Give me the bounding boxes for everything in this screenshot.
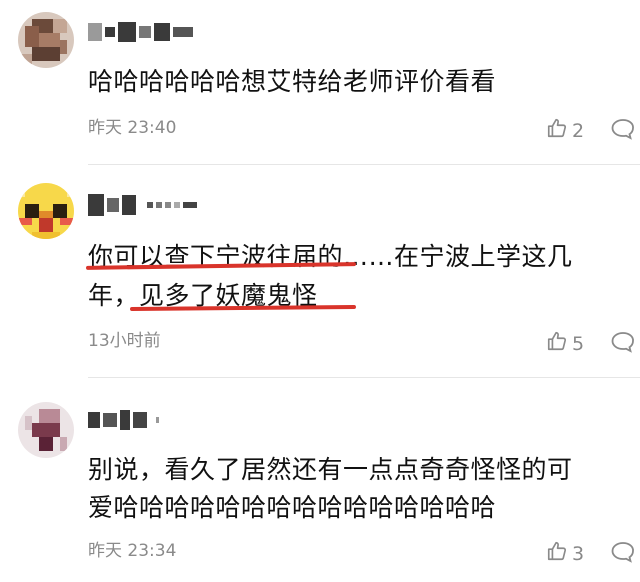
like-button[interactable]: 3 — [546, 540, 584, 567]
comment-text-line-1: 别说，看久了居然还有一点点奇奇怪怪的可 — [88, 455, 573, 484]
thumbs-up-icon — [546, 117, 568, 144]
comment-bubble-icon[interactable] — [610, 540, 636, 568]
comment-text-line-2: 爱哈哈哈哈哈哈哈哈哈哈哈哈哈哈哈 — [88, 493, 497, 522]
like-button[interactable]: 2 — [546, 117, 584, 144]
divider — [88, 377, 640, 378]
avatar[interactable] — [18, 402, 74, 458]
comment-time: 昨天 23:34 — [88, 541, 177, 561]
like-button[interactable]: 5 — [546, 330, 584, 357]
like-count: 5 — [572, 332, 585, 355]
username-pixelated[interactable] — [88, 193, 197, 217]
comment-text-line-1: 你可以查下宁波往届的……在宁波上学这几 — [88, 242, 573, 271]
username-pixelated[interactable] — [88, 408, 159, 432]
comment-bubble-icon[interactable] — [610, 117, 636, 145]
thumbs-up-icon — [546, 330, 568, 357]
like-count: 2 — [572, 119, 585, 142]
comment-item: 你可以查下宁波往届的……在宁波上学这几 年，见多了妖魔鬼怪 13小时前 5 — [0, 165, 640, 380]
like-count: 3 — [572, 542, 585, 565]
comment-item: 哈哈哈哈哈哈想艾特给老师评价看看 昨天 23:40 2 — [0, 0, 640, 165]
thumbs-up-icon — [546, 540, 568, 567]
username-pixelated[interactable] — [88, 20, 193, 44]
comment-bubble-icon[interactable] — [610, 330, 636, 358]
avatar[interactable] — [18, 183, 74, 239]
comment-text: 哈哈哈哈哈哈想艾特给老师评价看看 — [88, 67, 497, 96]
comment-item: 别说，看久了居然还有一点点奇奇怪怪的可 爱哈哈哈哈哈哈哈哈哈哈哈哈哈哈哈 昨天 … — [0, 380, 640, 582]
avatar[interactable] — [18, 12, 74, 68]
comment-time: 13小时前 — [88, 331, 161, 351]
comment-time: 昨天 23:40 — [88, 118, 177, 138]
